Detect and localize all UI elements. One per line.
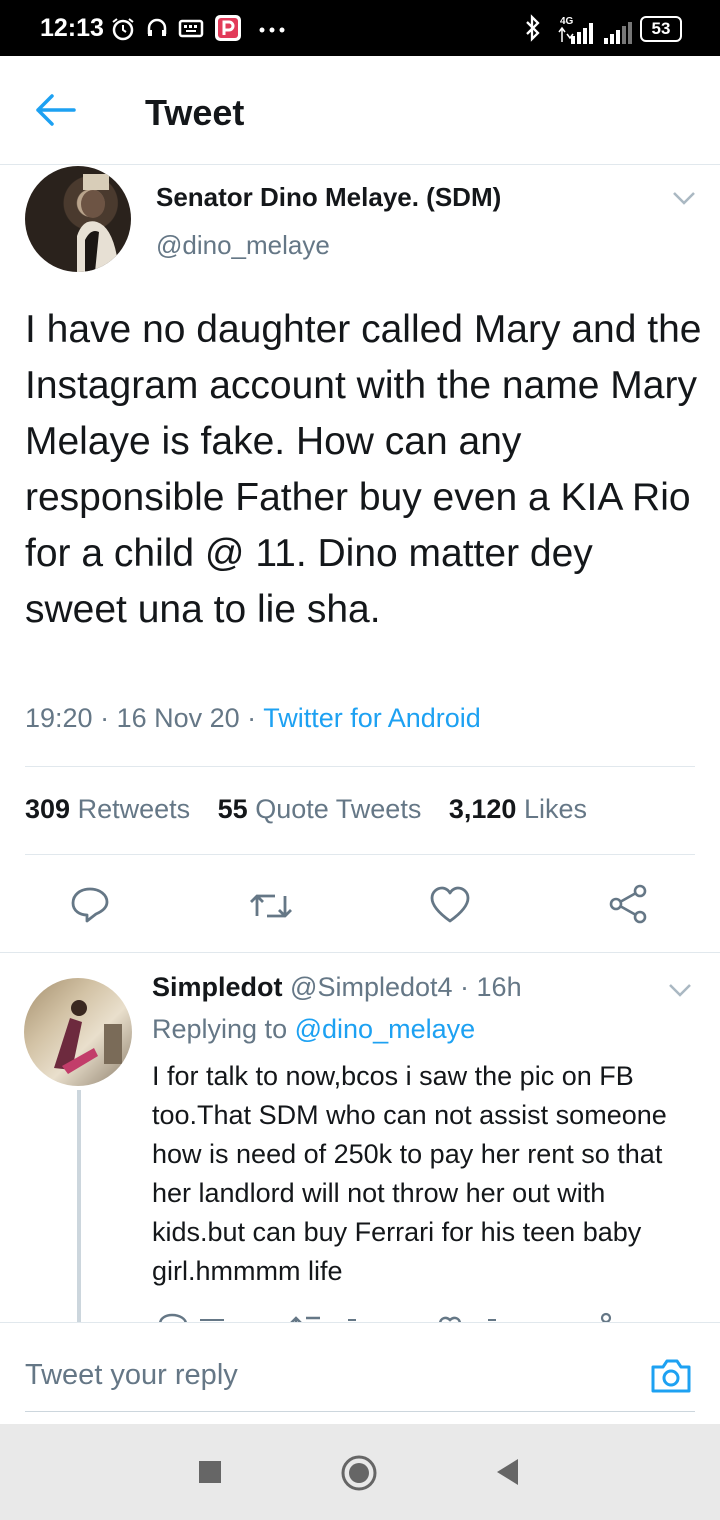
retweets-stat[interactable]: 309 Retweets [25, 794, 190, 824]
home-circle-icon[interactable] [340, 1454, 378, 1492]
author-handle[interactable]: @dino_melaye [156, 230, 330, 261]
share-icon[interactable] [606, 882, 650, 926]
avatar-image [54, 1000, 122, 1074]
reply-composer: Tweet your reply [0, 1322, 720, 1423]
reply-icon[interactable] [68, 883, 112, 927]
thread-line [77, 1090, 81, 1330]
tweet-stats: 309 Retweets 55 Quote Tweets 3,120 Likes [25, 794, 587, 825]
app-p-icon [215, 15, 241, 41]
likes-stat[interactable]: 3,120 Likes [449, 794, 587, 824]
camera-icon[interactable] [649, 1355, 693, 1395]
tweet-time: 19:20 [25, 703, 93, 733]
reply-time: 16h [476, 972, 522, 1002]
recents-square-icon[interactable] [198, 1460, 222, 1484]
chevron-down-icon[interactable] [666, 980, 694, 1000]
reply-author-name[interactable]: Simpledot [152, 972, 283, 1002]
battery-indicator: 53 [640, 16, 682, 42]
like-heart-icon[interactable] [428, 884, 472, 926]
signal-icon [558, 23, 593, 44]
tweet-date: 16 Nov 20 [116, 703, 240, 733]
retweet-icon[interactable] [247, 886, 295, 926]
page-title: Tweet [145, 92, 245, 133]
back-triangle-icon[interactable] [494, 1457, 520, 1487]
chevron-down-icon[interactable] [670, 188, 698, 208]
status-bar: 12:13 4G 53 [0, 0, 720, 56]
reply-text: I for talk to now,bcos i saw the pic on … [152, 1061, 667, 1286]
system-nav-bar [0, 1424, 720, 1520]
keyboard-icon [178, 19, 204, 38]
reply-author-avatar[interactable] [24, 978, 132, 1086]
section-divider [0, 952, 720, 953]
reply-input-underline [25, 1411, 695, 1412]
top-bar: Tweet [0, 56, 720, 165]
signal-icon-2 [604, 22, 632, 44]
replying-to-handle-link[interactable]: @dino_melaye [295, 1014, 476, 1044]
divider [25, 854, 695, 855]
headset-icon [147, 18, 167, 36]
divider [25, 766, 695, 767]
author-avatar[interactable] [25, 166, 131, 272]
author-name[interactable]: Senator Dino Melaye. (SDM) [156, 182, 501, 213]
tweet-meta: 19:20 · 16 Nov 20 · Twitter for Android [25, 703, 481, 733]
reply-input[interactable]: Tweet your reply [25, 1359, 238, 1392]
reply-header: Simpledot @Simpledot4 · 16h [152, 972, 522, 1002]
reply-author-handle[interactable]: @Simpledot4 [290, 972, 453, 1002]
alarm-icon [112, 18, 134, 41]
avatar-image [77, 174, 119, 272]
tweet-source-link[interactable]: Twitter for Android [263, 703, 481, 733]
back-arrow-icon[interactable] [30, 90, 82, 130]
more-notifications-icon [259, 27, 285, 33]
bluetooth-icon [526, 14, 540, 42]
quotes-stat[interactable]: 55 Quote Tweets [218, 794, 422, 824]
replying-to: Replying to @dino_melaye [152, 1014, 476, 1044]
status-time: 12:13 [40, 14, 104, 42]
tweet-text: I have no daughter called Mary and the I… [25, 308, 702, 631]
